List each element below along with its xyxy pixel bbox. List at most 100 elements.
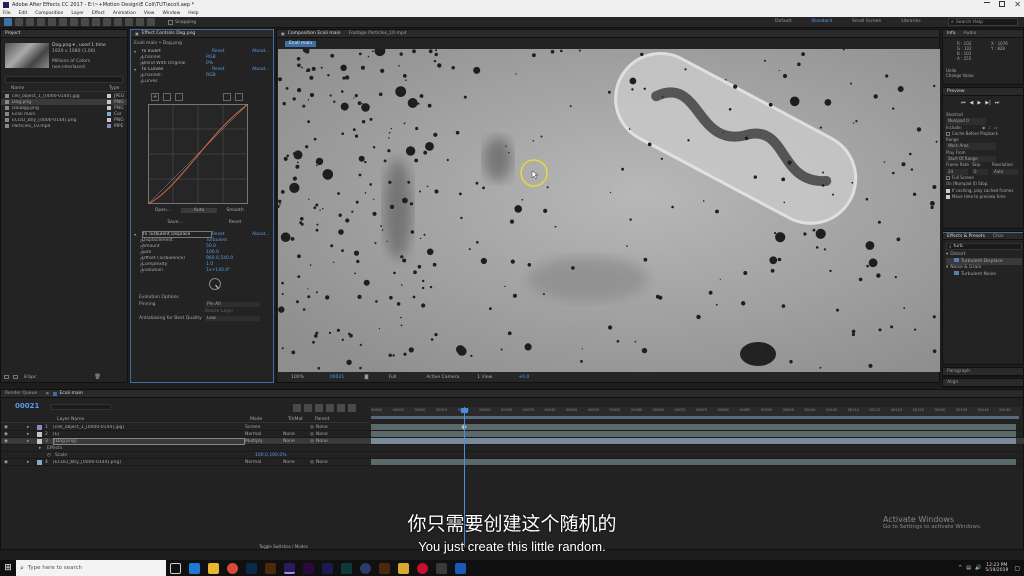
effects-disclosure-icon[interactable]: ▸ (39, 446, 47, 451)
tab-render-queue[interactable]: Render Queue (5, 391, 37, 396)
illustrator-icon[interactable] (265, 562, 276, 574)
timeline-close-icon[interactable]: ✕ (45, 391, 49, 397)
draft-3d-icon[interactable] (304, 404, 312, 412)
camera-tool-icon[interactable] (48, 18, 56, 26)
zoom-tool-icon[interactable] (26, 18, 34, 26)
work-area-bar[interactable] (371, 416, 1019, 419)
shy-layers-icon[interactable] (315, 404, 323, 412)
effect-header[interactable]: ▾ fx Turbulent Displace Reset About... (134, 230, 272, 238)
scale-property-row[interactable]: ◷ Scale 100.0,100.0% (1, 424, 1024, 459)
cache-checkbox[interactable] (946, 132, 950, 137)
timeline-timecode[interactable]: 00021 (15, 402, 39, 410)
layer-disclosure-icon[interactable]: ▸ (27, 439, 37, 444)
network-icon[interactable]: ▤ (966, 565, 971, 571)
camera-snapshot-icon[interactable]: ◙ (364, 375, 368, 380)
help-search-input[interactable]: Search Help (956, 20, 983, 25)
disclosure-triangle-icon[interactable]: ▾ (946, 252, 948, 257)
project-search[interactable] (5, 76, 123, 83)
fullscreen-checkbox[interactable] (946, 176, 950, 181)
lock-icon[interactable]: ▣ (135, 31, 139, 36)
tab-effects-presets[interactable]: Effects & Presets (947, 234, 985, 239)
effect-property-value[interactable]: 1.0 (206, 262, 246, 267)
comp-timecode[interactable]: 00021 (330, 375, 344, 380)
antialias-dropdown[interactable]: Low (205, 315, 260, 321)
resize-layer-label[interactable]: Resize Layer (205, 309, 233, 314)
project-header-type[interactable]: Type (109, 86, 119, 91)
layer-label-swatch[interactable] (37, 438, 42, 444)
layer-trkmat-dropdown[interactable]: None (283, 460, 310, 465)
disclosure-triangle-icon[interactable]: ▾ (946, 265, 948, 270)
comp-flowchart-icon[interactable] (293, 404, 301, 412)
layer-label-swatch[interactable] (37, 424, 42, 430)
effect-header[interactable]: ▾ fx Invert Reset About... (134, 48, 272, 54)
playhead-head[interactable] (461, 408, 468, 413)
effect-property-value[interactable]: Turbulent (206, 238, 246, 243)
stopwatch-icon[interactable]: ◷ (134, 250, 144, 255)
layer-disclosure-icon[interactable]: ▸ (27, 432, 37, 437)
curves-expand-icon[interactable] (175, 93, 183, 101)
cinema4d-icon[interactable] (360, 562, 371, 574)
puppet-tool-icon[interactable] (147, 18, 155, 26)
workspace-standard[interactable]: Standard (811, 19, 831, 24)
menu-item-effect[interactable]: Effect (92, 11, 105, 16)
eraser-tool-icon[interactable] (125, 18, 133, 26)
bridge-icon[interactable] (379, 562, 390, 574)
brush-tool-icon[interactable] (103, 18, 111, 26)
edge-icon[interactable] (189, 562, 200, 574)
about-link[interactable]: About... (252, 49, 270, 54)
task-view-icon[interactable] (170, 562, 181, 574)
tab-composition[interactable]: Composition Ecoli main (288, 31, 341, 36)
layer-mode-dropdown[interactable]: Screen (245, 425, 281, 430)
curves-reset-button[interactable]: Reset (205, 220, 265, 225)
visibility-eye-icon[interactable]: ◉ (1, 439, 11, 444)
tray-chevron-icon[interactable]: ^ (958, 565, 962, 571)
label-swatch[interactable] (107, 112, 111, 116)
tab-character[interactable]: Char (993, 234, 1004, 239)
evolution-options-label[interactable]: Evolution Options (139, 295, 179, 300)
timeline-layer[interactable]: ◉ ▸ 4 [ECOLI_btiy_[0000-0144].png] Normal Non… (1, 459, 1024, 466)
label-swatch[interactable] (107, 100, 111, 104)
motion-blur-icon[interactable] (337, 404, 345, 412)
rotate-tool-icon[interactable] (37, 18, 45, 26)
audition-icon[interactable] (341, 562, 352, 574)
layer-label-swatch[interactable] (37, 431, 42, 437)
layer-mode-dropdown[interactable]: Normal (245, 432, 281, 437)
close-button[interactable]: ✕ (1014, 0, 1021, 9)
media-encoder-icon[interactable] (322, 562, 333, 574)
stopwatch-icon[interactable]: ◷ (134, 268, 144, 273)
disclosure-triangle-icon[interactable]: ▾ (134, 67, 142, 72)
comp-resolution[interactable]: Full (389, 375, 397, 380)
taskbar-date[interactable]: 5/19/2019 (985, 568, 1008, 573)
visibility-eye-icon[interactable]: ◉ (1, 460, 11, 465)
effect-property-value[interactable]: Reset (212, 49, 252, 54)
clone-tool-icon[interactable] (114, 18, 122, 26)
disclosure-triangle-icon[interactable]: ▾ (134, 232, 142, 237)
stopwatch-icon[interactable]: ◷ (47, 453, 55, 458)
stopwatch-icon[interactable]: ◷ (134, 79, 144, 84)
label-swatch[interactable] (107, 118, 111, 122)
menu-item-view[interactable]: View (144, 11, 155, 16)
layer-parent-dropdown[interactable]: None (316, 425, 346, 430)
project-item[interactable]: Particles_10.mp4 MPE (1, 123, 127, 129)
effects-group-row[interactable]: ▸ Effects (1, 445, 1024, 452)
time-ruler[interactable]: 0000000005000100001500020000250003000035… (371, 407, 1021, 416)
tab-timeline-comp[interactable]: Ecoli main (59, 391, 82, 396)
layer-name[interactable]: [E] (53, 432, 245, 437)
effect-property-value[interactable]: RGB (206, 73, 246, 78)
tab-preview[interactable]: Preview (947, 89, 965, 94)
frame-blending-icon[interactable] (326, 404, 334, 412)
layer-label-swatch[interactable] (37, 459, 42, 465)
effect-property-value[interactable]: Reset (212, 232, 252, 237)
label-swatch[interactable] (107, 124, 111, 128)
visibility-eye-icon[interactable]: ◉ (1, 432, 11, 437)
header-layer-name[interactable]: Layer Name (57, 417, 250, 422)
folder-icon[interactable] (398, 562, 409, 574)
menu-item-help[interactable]: Help (188, 11, 198, 16)
effect-property-value[interactable]: Reset (212, 67, 252, 72)
bpc-label[interactable]: 8 bpc (24, 375, 36, 380)
timeline-search[interactable] (51, 404, 111, 410)
effect-property-value[interactable]: 1x+140.0° (206, 268, 246, 273)
movetime-checkbox[interactable] (946, 195, 950, 199)
pan-behind-tool-icon[interactable] (59, 18, 67, 26)
effect-property-value[interactable]: 960.0,540.0 (206, 256, 246, 261)
